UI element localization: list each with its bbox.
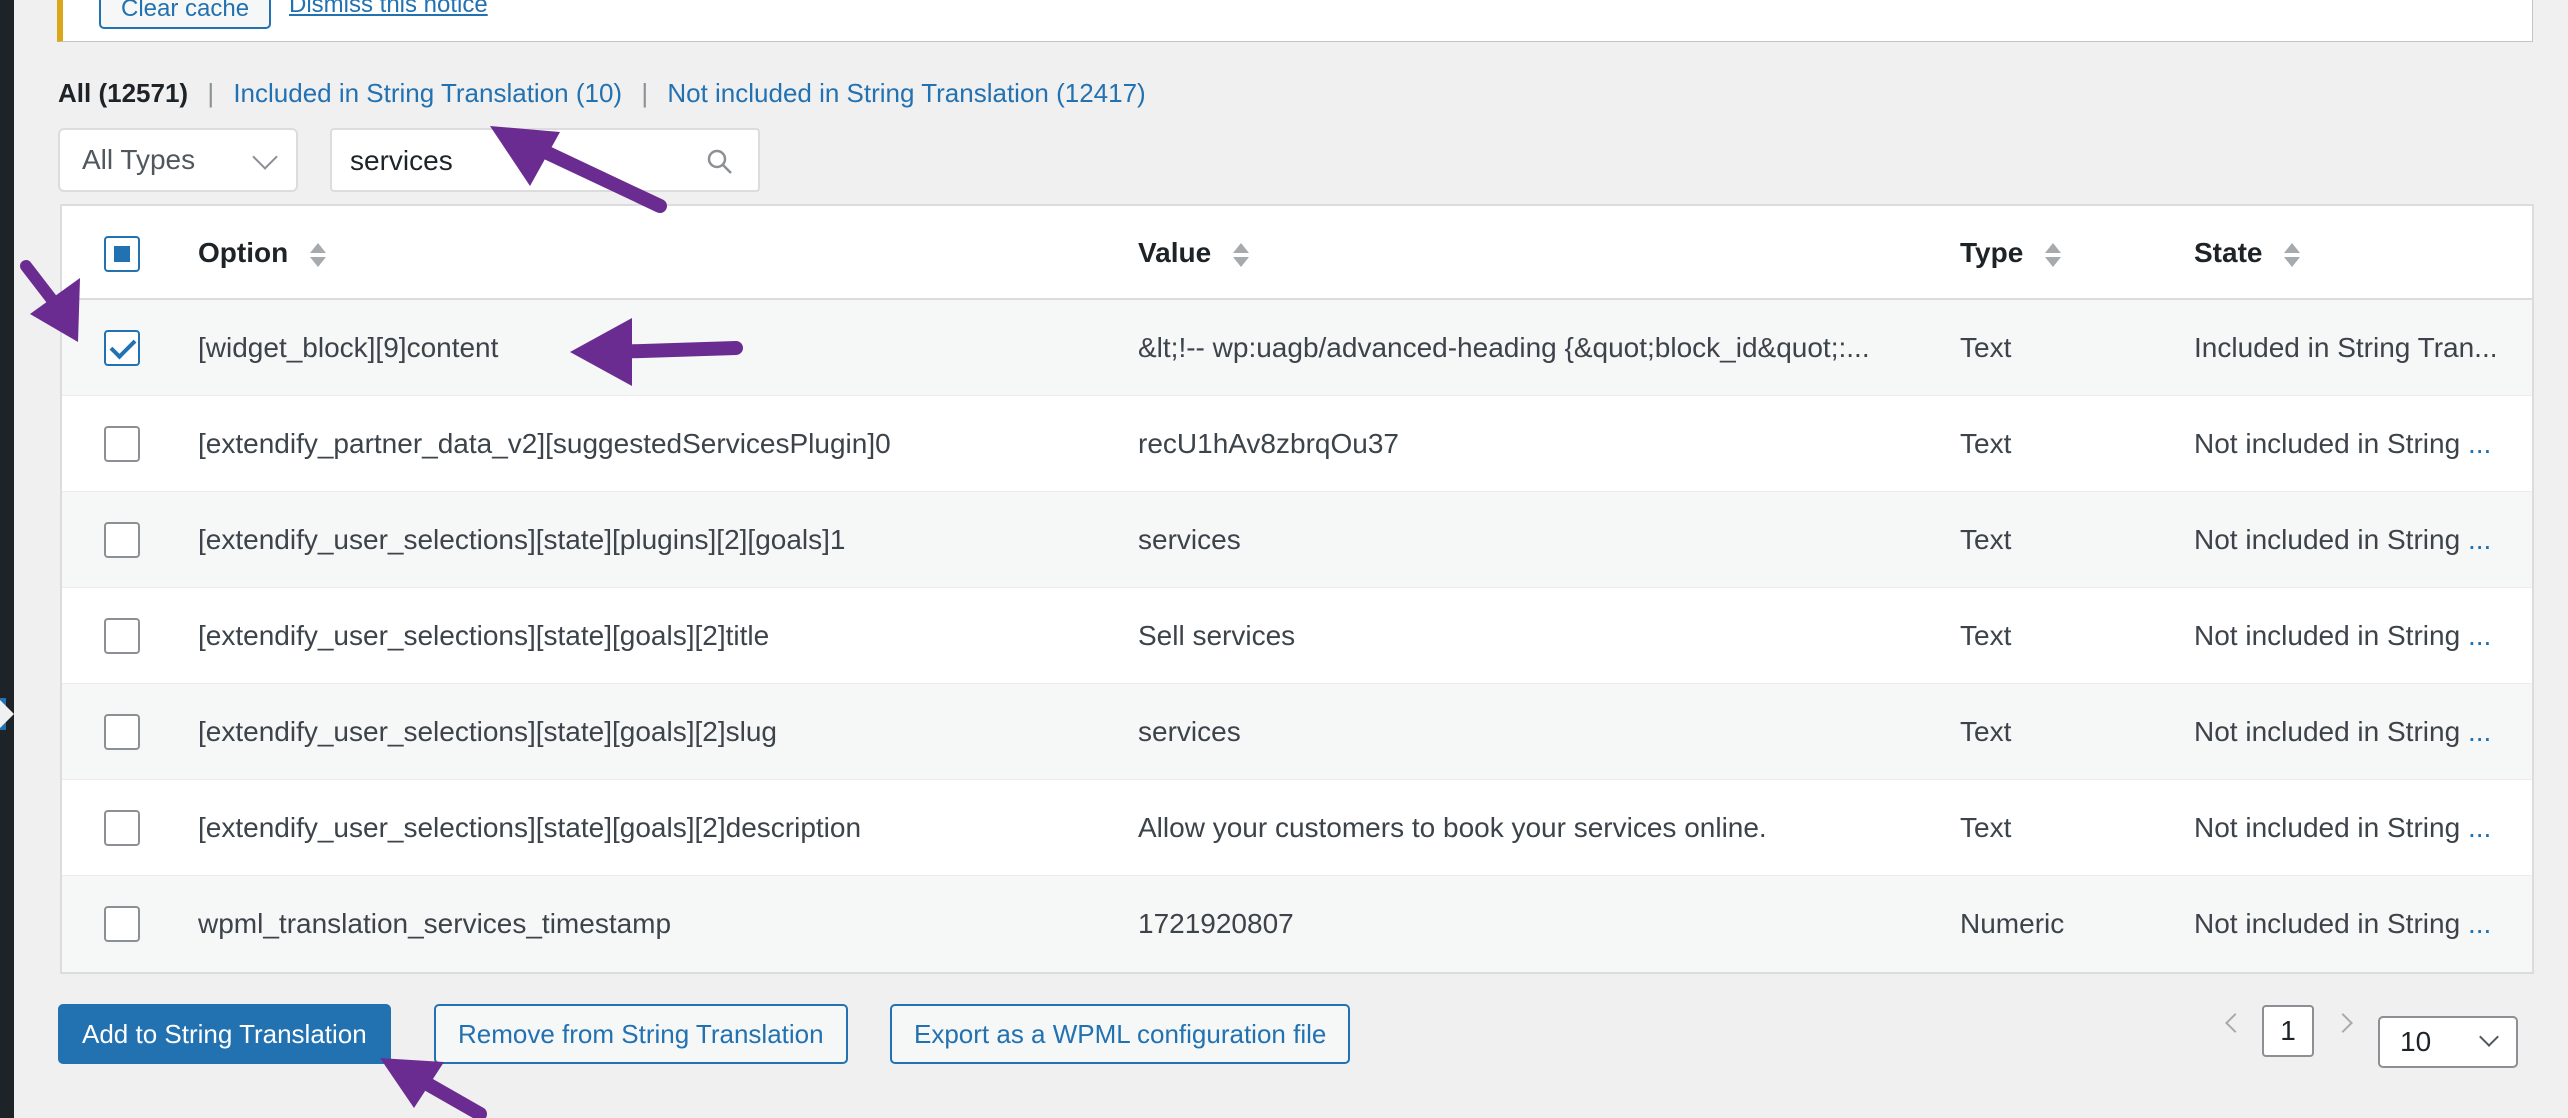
option-state: Not included in String ... — [2194, 492, 2524, 588]
state-text: Not included in String — [2194, 524, 2468, 555]
type-filter-select[interactable]: All Types — [58, 128, 298, 192]
type-filter-value: All Types — [82, 144, 196, 175]
column-type-label: Type — [1960, 237, 2024, 268]
table-row: [extendify_user_selections][state][plugi… — [62, 492, 2532, 588]
admin-notice: Clear cache Dismiss this notice — [57, 0, 2533, 42]
separator: | — [641, 78, 649, 108]
row-checkbox[interactable] — [104, 906, 140, 942]
column-value[interactable]: Value — [1138, 206, 1250, 300]
filter-not-included[interactable]: Not included in String Translation (1241… — [667, 78, 1145, 108]
option-value: 1721920807 — [1138, 908, 1294, 939]
table-header: Option Value Type State — [62, 206, 2532, 300]
state-text: Not included in String — [2194, 908, 2468, 939]
chevron-down-icon — [2479, 1027, 2499, 1047]
option-type: Text — [1960, 620, 2012, 651]
sort-icon — [2045, 241, 2062, 269]
option-state: Not included in String ... — [2194, 396, 2524, 492]
table-row: wpml_translation_services_timestamp 1721… — [62, 876, 2532, 972]
clear-cache-button[interactable]: Clear cache — [99, 0, 272, 29]
state-more-link[interactable]: ... — [2468, 620, 2491, 651]
per-page-select[interactable]: 10 — [2378, 1016, 2518, 1068]
column-option-label: Option — [198, 237, 289, 268]
table-row: [extendify_user_selections][state][goals… — [62, 588, 2532, 684]
remove-from-string-translation-button[interactable]: Remove from String Translation — [434, 1004, 848, 1064]
state-text: Not included in String — [2194, 620, 2468, 651]
sort-icon — [2284, 241, 2301, 269]
next-page-icon[interactable] — [2333, 1013, 2353, 1033]
option-value: services — [1138, 716, 1241, 747]
option-name: [extendify_user_selections][state][goals… — [198, 620, 770, 651]
state-more-link[interactable]: ... — [2468, 428, 2491, 459]
prev-page-icon[interactable] — [2225, 1013, 2245, 1033]
options-table: Option Value Type State [widget_block][9… — [60, 204, 2534, 974]
option-name: [extendify_user_selections][state][goals… — [198, 716, 778, 747]
option-value: services — [1138, 524, 1241, 555]
option-type: Text — [1960, 332, 2012, 363]
option-name: wpml_translation_services_timestamp — [198, 908, 672, 939]
option-state: Included in String Tran... — [2194, 300, 2524, 396]
option-name: [extendify_user_selections][state][goals… — [198, 812, 862, 843]
search-icon[interactable] — [706, 148, 734, 176]
state-text: Not included in String — [2194, 716, 2468, 747]
table-row: [extendify_partner_data_v2][suggestedSer… — [62, 396, 2532, 492]
sort-icon — [310, 241, 327, 269]
option-value: &lt;!-- wp:uagb/advanced-heading {&quot;… — [1138, 332, 1870, 363]
state-text: Included in String Tran... — [2194, 332, 2498, 363]
search-input[interactable] — [350, 140, 690, 182]
column-state[interactable]: State — [2194, 206, 2301, 300]
table-row: [extendify_user_selections][state][goals… — [62, 780, 2532, 876]
separator: | — [207, 78, 215, 108]
option-type: Text — [1960, 716, 2012, 747]
column-state-label: State — [2194, 237, 2263, 268]
sort-icon — [1233, 241, 1250, 269]
column-type[interactable]: Type — [1960, 206, 2062, 300]
state-text: Not included in String — [2194, 812, 2468, 843]
option-type: Text — [1960, 812, 2012, 843]
table-row: [widget_block][9]content &lt;!-- wp:uagb… — [62, 300, 2532, 396]
state-more-link[interactable]: ... — [2468, 908, 2491, 939]
add-to-string-translation-button[interactable]: Add to String Translation — [58, 1004, 391, 1064]
admin-sidebar-edge — [0, 0, 14, 1118]
row-checkbox[interactable] — [104, 522, 140, 558]
option-type: Text — [1960, 524, 2012, 555]
option-type: Numeric — [1960, 908, 2065, 939]
current-page-number[interactable]: 1 — [2262, 1005, 2314, 1057]
row-checkbox[interactable] — [104, 618, 140, 654]
column-option[interactable]: Option — [198, 206, 327, 300]
export-wpml-config-button[interactable]: Export as a WPML configuration file — [890, 1004, 1351, 1064]
option-value: Allow your customers to book your servic… — [1138, 812, 1767, 843]
filter-all[interactable]: All (12571) — [58, 78, 188, 108]
annotation-arrow-icon — [380, 1058, 487, 1118]
option-type: Text — [1960, 428, 2012, 459]
search-box[interactable] — [330, 128, 760, 192]
state-more-link[interactable]: ... — [2468, 716, 2491, 747]
column-value-label: Value — [1138, 237, 1212, 268]
row-checkbox[interactable] — [104, 330, 140, 366]
row-checkbox[interactable] — [104, 810, 140, 846]
row-checkbox[interactable] — [104, 714, 140, 750]
option-state: Not included in String ... — [2194, 780, 2524, 876]
select-all-checkbox[interactable] — [104, 236, 140, 272]
dismiss-notice-link[interactable]: Dismiss this notice — [289, 0, 488, 19]
option-value: recU1hAv8zbrqOu37 — [1138, 428, 1399, 459]
menu-pointer-icon — [0, 700, 14, 728]
state-more-link[interactable]: ... — [2468, 524, 2491, 555]
option-name: [extendify_partner_data_v2][suggestedSer… — [198, 428, 891, 459]
filter-views: All (12571) | Included in String Transla… — [58, 76, 1146, 110]
option-name: [extendify_user_selections][state][plugi… — [198, 524, 846, 555]
per-page-value: 10 — [2400, 1026, 2432, 1057]
row-checkbox[interactable] — [104, 426, 140, 462]
option-state: Not included in String ... — [2194, 684, 2524, 780]
state-more-link[interactable]: ... — [2468, 812, 2491, 843]
filter-included[interactable]: Included in String Translation (10) — [233, 78, 622, 108]
table-row: [extendify_user_selections][state][goals… — [62, 684, 2532, 780]
option-state: Not included in String ... — [2194, 876, 2524, 972]
option-value: Sell services — [1138, 620, 1296, 651]
chevron-down-icon — [252, 144, 278, 170]
option-name: [widget_block][9]content — [198, 332, 499, 363]
state-text: Not included in String — [2194, 428, 2468, 459]
option-state: Not included in String ... — [2194, 588, 2524, 684]
